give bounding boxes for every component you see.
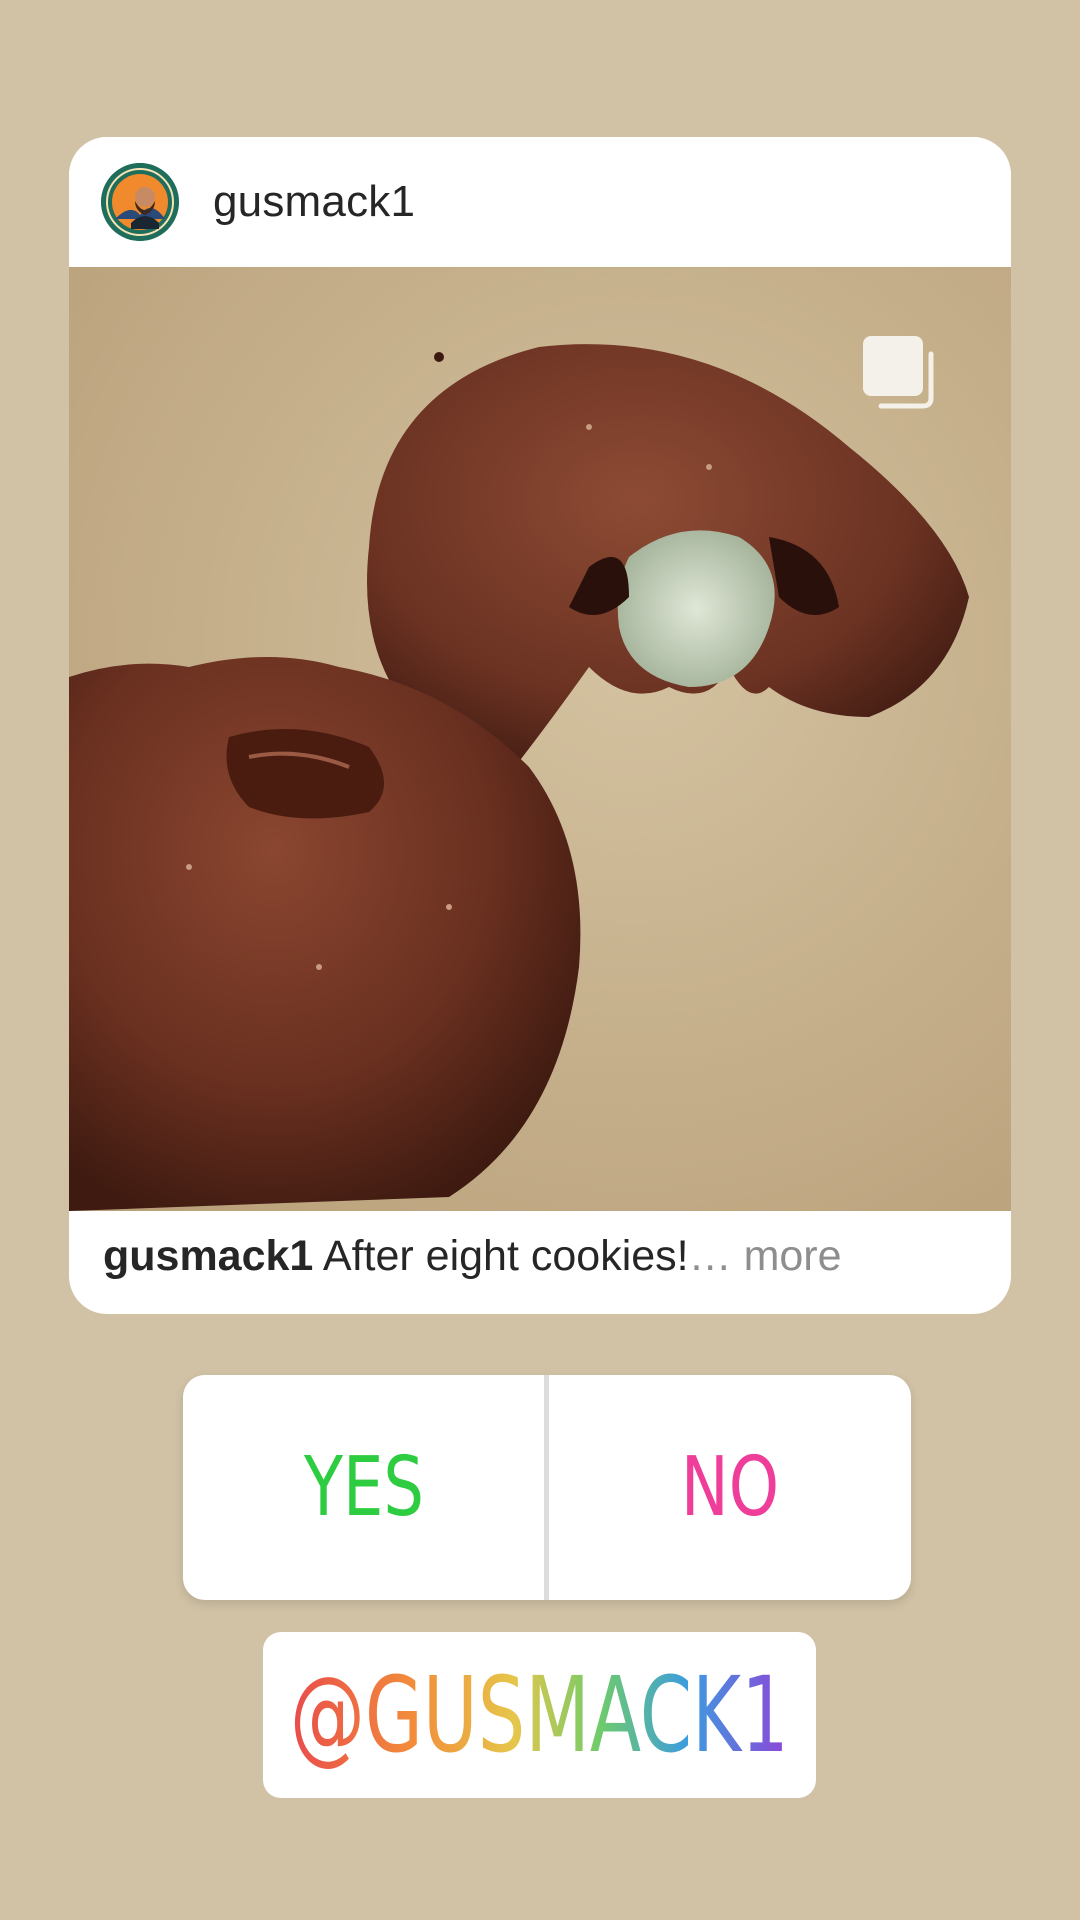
caption-more-link[interactable]: … more <box>689 1232 842 1280</box>
shared-post-card[interactable]: gusmack1 gusmack1 After eight cookies!… … <box>69 137 1011 1314</box>
poll-divider <box>544 1375 549 1600</box>
poll-sticker: YES NO <box>183 1375 911 1600</box>
post-caption[interactable]: gusmack1 After eight cookies!… more <box>103 1221 983 1291</box>
caption-username[interactable]: gusmack1 <box>103 1232 313 1280</box>
carousel-icon <box>859 332 941 414</box>
poll-yes-option[interactable]: YES <box>223 1375 505 1600</box>
mention-sticker[interactable]: @GUSMACK1 <box>263 1632 816 1798</box>
post-username[interactable]: gusmack1 <box>213 172 415 232</box>
poll-no-option[interactable]: NO <box>589 1375 871 1600</box>
avatar[interactable] <box>101 163 179 241</box>
post-header: gusmack1 <box>69 137 1011 267</box>
mention-text: @GUSMACK1 <box>290 1654 789 1776</box>
foodie-logo-icon <box>101 163 179 241</box>
post-photo[interactable] <box>69 267 1011 1211</box>
caption-text: After eight cookies! <box>322 1232 689 1280</box>
